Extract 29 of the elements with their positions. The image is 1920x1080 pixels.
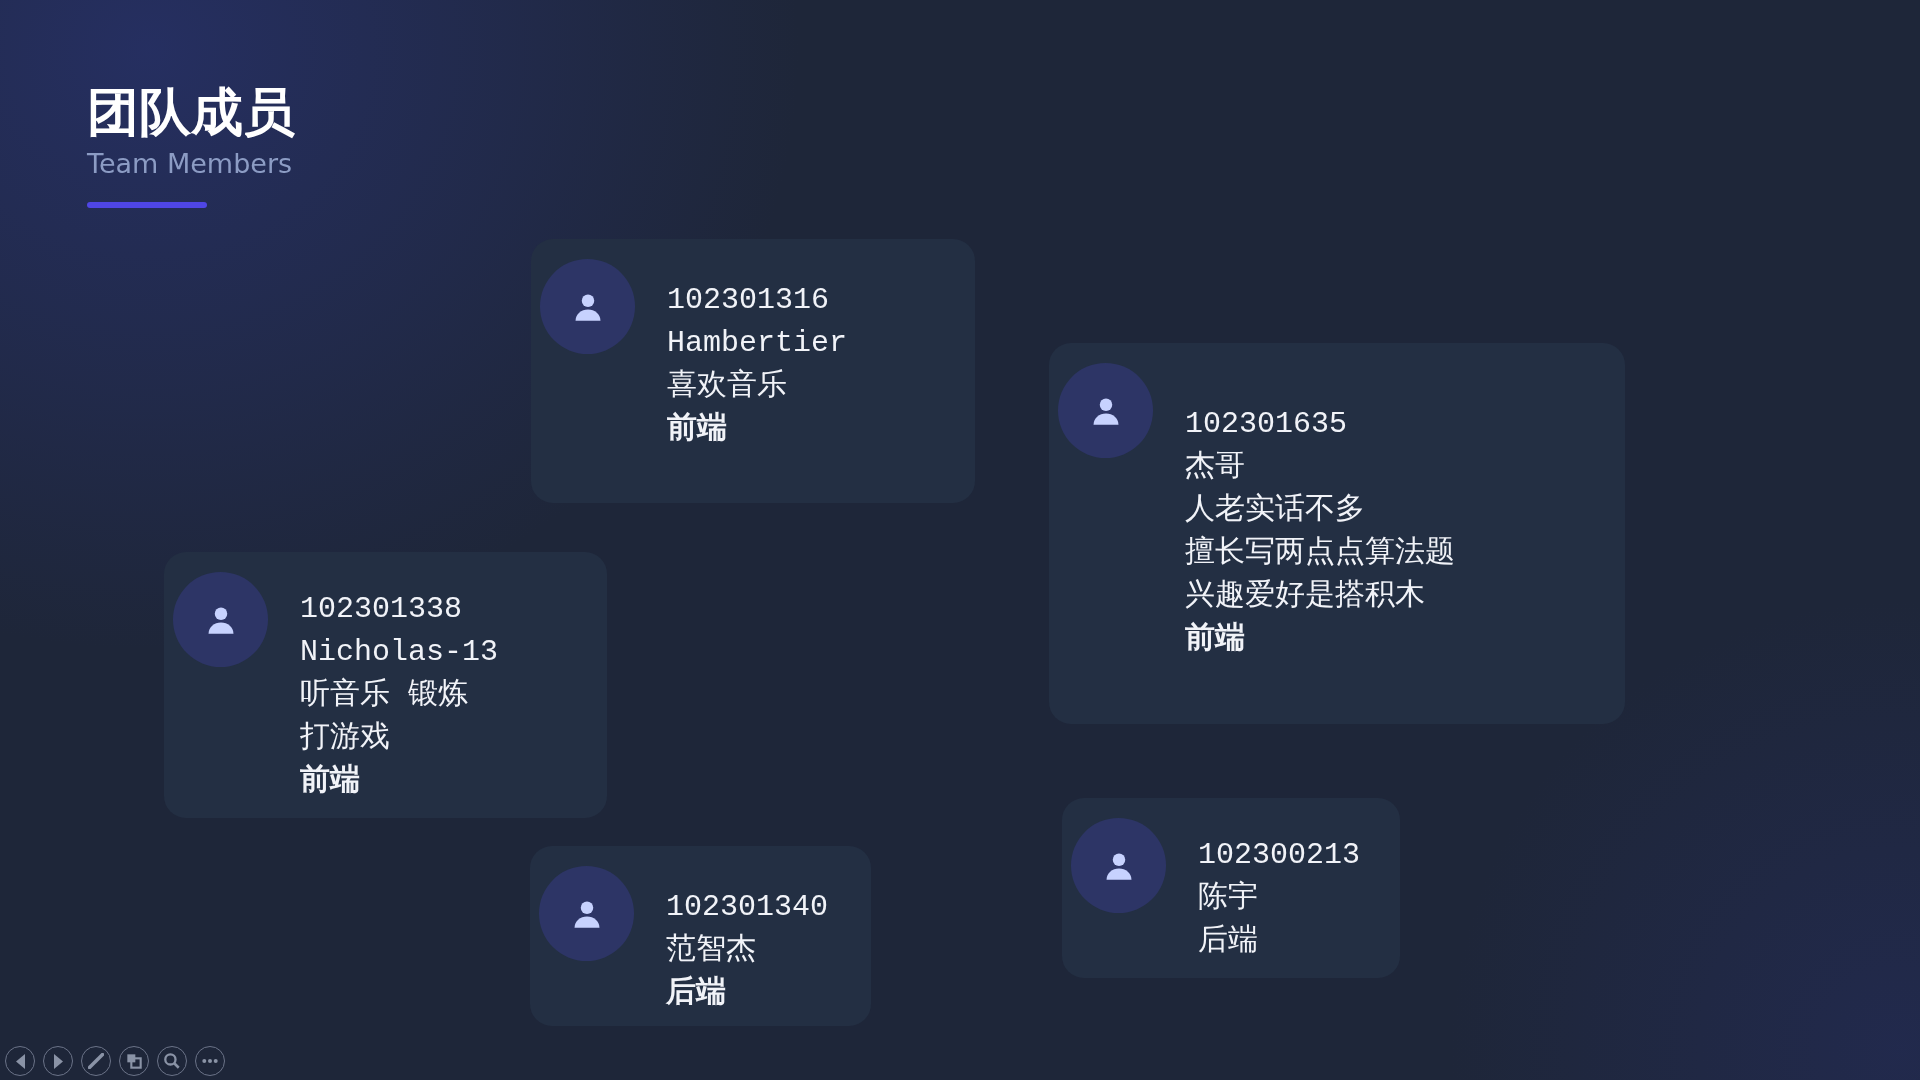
search-icon	[164, 1053, 180, 1069]
more-icon	[202, 1059, 218, 1063]
member-info-text: 后端	[666, 974, 726, 1012]
member-info-text: 陈宇	[1198, 879, 1258, 917]
member-info-text: 范智杰	[666, 932, 756, 969]
left-triangle-icon	[15, 1053, 25, 1069]
member-info-text: 102301635	[1185, 406, 1348, 443]
member-info-text: 102301316	[667, 282, 830, 319]
member-info-text: Nicholas-13	[300, 634, 499, 671]
member-info-text: 喜欢音乐	[667, 367, 787, 405]
member-info-text: 人老实话不多	[1185, 492, 1365, 529]
pen-icon	[88, 1053, 104, 1069]
member-info-text: 擅长写两点点算法题	[1185, 534, 1455, 572]
member-info-text: 听音乐 锻炼	[300, 676, 468, 714]
member-info-text: 前端	[1185, 620, 1245, 658]
member-info-text: 前端	[300, 762, 360, 800]
member-info-text: 杰哥	[1185, 449, 1245, 486]
member-info-text: 102300213	[1198, 837, 1361, 874]
slide-subtitle: Team Members	[87, 147, 293, 181]
member-info-text: 兴趣爱好是搭积木	[1185, 578, 1425, 615]
member-info-text: 前端	[667, 410, 727, 448]
member-info-text: 打游戏	[300, 720, 390, 757]
member-info-text: Hambertier	[667, 325, 848, 362]
slide-title: 团队成员	[87, 81, 295, 144]
member-info-text: 102301338	[300, 591, 463, 628]
right-triangle-icon	[53, 1053, 63, 1069]
member-info-text: 后端	[1198, 923, 1258, 960]
squares-icon	[126, 1053, 142, 1069]
member-info-text: 102301340	[666, 889, 829, 926]
